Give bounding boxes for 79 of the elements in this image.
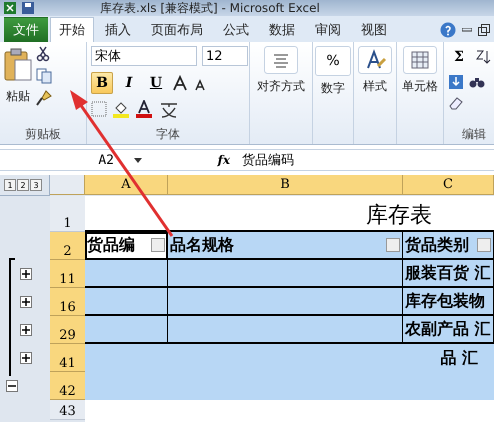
group-button[interactable]: 对齐方式 <box>257 78 305 95</box>
formula-field[interactable]: 货品编码 <box>242 151 294 169</box>
ribbon-tab[interactable]: 插入 <box>96 17 140 42</box>
ribbon-tab[interactable]: 开始 <box>50 17 94 42</box>
row-header[interactable]: 29 <box>50 316 85 344</box>
table-cell: 库存包装物 <box>403 288 494 316</box>
help-icon[interactable] <box>440 22 456 38</box>
plus-icon <box>22 298 30 306</box>
spreadsheet-app-icon <box>4 2 16 14</box>
restore-icon[interactable] <box>478 24 490 36</box>
header-cell[interactable]: 品名规格 <box>168 232 403 260</box>
group-label: 字体 <box>156 126 180 143</box>
clipboard-icon <box>4 48 32 82</box>
font-name-field[interactable]: 宋体 <box>91 46 197 66</box>
dropdown-icon[interactable] <box>134 158 142 162</box>
row-header[interactable]: 41 <box>50 344 85 372</box>
group-label: 剪贴板 <box>25 126 61 143</box>
column-header[interactable]: C <box>403 175 494 195</box>
border-icon[interactable] <box>91 101 107 117</box>
plus-icon <box>22 270 30 278</box>
column-header[interactable]: A <box>85 175 168 195</box>
row-header[interactable]: 43 <box>50 400 85 420</box>
row-header[interactable]: 42 <box>50 372 85 400</box>
fill-color-icon[interactable] <box>112 100 130 118</box>
ribbon-tab[interactable]: 页面布局 <box>142 17 212 42</box>
format-painter-icon[interactable] <box>36 90 52 106</box>
expand-button[interactable] <box>20 268 32 280</box>
sum-button[interactable]: Σ <box>448 46 470 68</box>
underline-button[interactable]: U <box>145 72 167 94</box>
group-label: 编辑 <box>462 126 486 143</box>
sort-icon[interactable] <box>475 49 491 65</box>
plus-icon <box>22 326 30 334</box>
group-button[interactable]: 数字 <box>321 80 345 97</box>
row-header[interactable]: 1 <box>50 196 85 232</box>
header-cell[interactable]: 货品类别 <box>403 232 494 260</box>
save-icon[interactable] <box>22 2 34 14</box>
file-tab[interactable]: 文件 <box>4 17 48 42</box>
font-color-icon[interactable] <box>135 100 153 118</box>
table-cell: 服装百货 汇 <box>403 260 494 288</box>
header-cell[interactable]: 货品编 <box>85 232 168 260</box>
collapse-button[interactable] <box>6 380 18 392</box>
outline-level-button[interactable]: 3 <box>30 179 42 191</box>
font-size-field[interactable]: 12 <box>202 46 248 66</box>
group-button[interactable]: 样式 <box>363 78 387 95</box>
group-button[interactable]: 单元格 <box>402 78 438 95</box>
minus-icon <box>8 385 16 387</box>
cells-icon[interactable] <box>403 46 437 74</box>
ribbon-tab[interactable]: 审阅 <box>306 17 350 42</box>
outline-level-button[interactable]: 2 <box>17 179 29 191</box>
bold-button[interactable]: B <box>91 72 113 94</box>
table-cell: 农副产品 汇 <box>403 316 494 344</box>
expand-button[interactable] <box>20 296 32 308</box>
window-title: 库存表.xls [兼容模式] - Microsoft Excel <box>100 0 320 16</box>
row-header[interactable]: 16 <box>50 288 85 316</box>
insert-function-button[interactable]: fx <box>150 153 242 167</box>
ribbon-tab[interactable]: 公式 <box>214 17 258 42</box>
row-header[interactable]: 2 <box>50 232 85 260</box>
italic-button[interactable]: I <box>118 72 140 94</box>
ribbon-tab[interactable]: 数据 <box>260 17 304 42</box>
minimize-icon[interactable] <box>462 28 472 32</box>
ribbon-tab[interactable]: 视图 <box>352 17 396 42</box>
table-cell: 品 汇 <box>85 344 494 372</box>
style-icon[interactable] <box>358 46 392 74</box>
name-box[interactable]: A2 <box>0 151 150 169</box>
column-header[interactable]: B <box>168 175 403 195</box>
paste-button[interactable]: 粘贴 <box>4 46 32 105</box>
fill-down-icon[interactable] <box>448 74 464 90</box>
cut-icon[interactable] <box>36 46 50 62</box>
sheet-title: 库存表 <box>85 196 494 232</box>
row-header[interactable]: 11 <box>50 260 85 288</box>
align-icon[interactable] <box>264 46 298 74</box>
percent-icon[interactable]: % <box>315 46 351 76</box>
binoculars-icon[interactable] <box>469 75 485 89</box>
eraser-icon[interactable] <box>448 96 464 110</box>
copy-icon[interactable] <box>36 68 54 84</box>
plus-icon <box>22 354 30 362</box>
expand-button[interactable] <box>20 352 32 364</box>
outline-level-button[interactable]: 1 <box>4 179 16 191</box>
expand-button[interactable] <box>20 324 32 336</box>
